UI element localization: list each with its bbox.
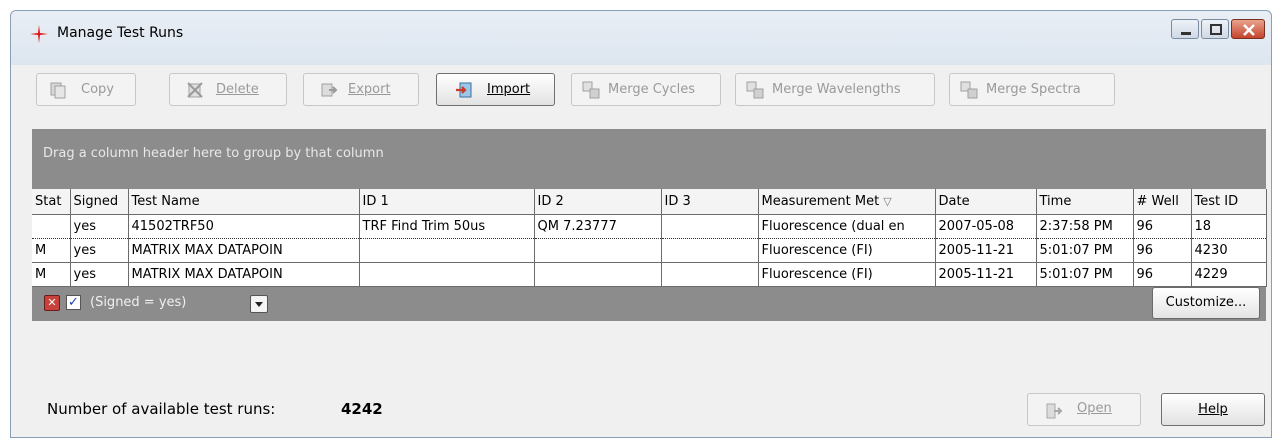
group-by-drop-area[interactable]: Drag a column header here to group by th… bbox=[43, 146, 384, 161]
manage-test-runs-window: Manage Test Runs Copy Delete Export Impo… bbox=[10, 10, 1272, 438]
table-cell[interactable]: 96 bbox=[1133, 213, 1192, 239]
table-cell[interactable]: 18 bbox=[1191, 213, 1267, 239]
table-body: yes 41502TRF50 TRF Find Trim 50us QM 7.2377… bbox=[32, 213, 1267, 287]
filter-expression: (Signed = yes) bbox=[90, 295, 187, 310]
column-header-measurement-met[interactable]: Measurement Met ▽ bbox=[758, 189, 936, 215]
filter-enabled-checkbox[interactable]: ✓ bbox=[66, 295, 81, 310]
filter-history-dropdown[interactable] bbox=[250, 295, 268, 313]
column-header-id-1[interactable]: ID 1 bbox=[359, 189, 535, 215]
minimize-button[interactable] bbox=[1171, 19, 1199, 39]
red-cross-star-icon bbox=[30, 25, 48, 43]
table-cell[interactable] bbox=[661, 238, 759, 263]
maximize-button[interactable] bbox=[1201, 19, 1229, 39]
available-runs-count: 4242 bbox=[341, 400, 383, 418]
copy-icon bbox=[50, 82, 66, 99]
table-cell[interactable] bbox=[32, 213, 71, 239]
import-button[interactable]: Import bbox=[436, 73, 555, 106]
column-header-stat[interactable]: Stat bbox=[32, 189, 71, 215]
maximize-icon bbox=[1210, 24, 1222, 35]
open-button[interactable]: Open bbox=[1027, 393, 1141, 426]
sort-indicator-icon: ▽ bbox=[883, 194, 892, 208]
minimize-icon bbox=[1181, 32, 1191, 35]
column-header-test-name[interactable]: Test Name bbox=[128, 189, 360, 215]
column-header-time[interactable]: Time bbox=[1036, 189, 1134, 215]
test-runs-table: Stat Signed Test Name ID 1 ID 2 ID 3 Measureme… bbox=[32, 189, 1267, 287]
table-cell[interactable]: M bbox=[32, 238, 71, 263]
table-cell[interactable]: Fluorescence (dual en bbox=[758, 213, 936, 239]
merge-cycles-button[interactable]: Merge Cycles bbox=[571, 73, 721, 106]
table-row[interactable]: yes 41502TRF50 TRF Find Trim 50us QM 7.2377… bbox=[32, 213, 1267, 239]
column-header-well[interactable]: # Well bbox=[1133, 189, 1192, 215]
table-row[interactable]: Myes MATRIX MAX DATAPOIN Fluorescence (FI)… bbox=[32, 238, 1267, 263]
chevron-down-icon bbox=[255, 302, 263, 307]
column-header-id-3[interactable]: ID 3 bbox=[661, 189, 759, 215]
import-icon bbox=[456, 82, 472, 98]
filter-bar: ✕ ✓ (Signed = yes) Customize... bbox=[32, 279, 1266, 321]
table-cell[interactable]: yes bbox=[70, 213, 129, 239]
clear-filter-button[interactable]: ✕ bbox=[44, 295, 60, 311]
close-icon bbox=[1243, 24, 1255, 36]
open-icon bbox=[1046, 403, 1063, 419]
customize-button[interactable]: Customize... bbox=[1152, 287, 1260, 319]
table-cell[interactable] bbox=[661, 213, 759, 239]
available-runs-label: Number of available test runs: bbox=[47, 400, 276, 418]
merge-icon bbox=[746, 81, 764, 99]
export-button[interactable]: Export bbox=[303, 73, 419, 106]
table-cell[interactable]: 5:01:07 PM bbox=[1036, 238, 1134, 263]
merge-icon bbox=[582, 81, 600, 99]
table-cell[interactable]: 2005-11-21 bbox=[935, 238, 1037, 263]
help-button[interactable]: Help bbox=[1161, 393, 1265, 426]
table-cell[interactable]: 4230 bbox=[1191, 238, 1267, 263]
test-runs-grid: Drag a column header here to group by th… bbox=[32, 129, 1267, 321]
table-cell[interactable] bbox=[359, 238, 535, 263]
table-cell[interactable]: QM 7.23777 bbox=[534, 213, 662, 239]
table-cell[interactable]: 41502TRF50 bbox=[128, 213, 360, 239]
close-button[interactable] bbox=[1231, 19, 1265, 39]
merge-icon bbox=[960, 81, 978, 99]
export-icon bbox=[321, 83, 338, 97]
window-title: Manage Test Runs bbox=[57, 25, 184, 41]
table-cell[interactable]: MATRIX MAX DATAPOIN bbox=[128, 238, 360, 263]
table-cell[interactable]: Fluorescence (FI) bbox=[758, 238, 936, 263]
delete-icon bbox=[187, 82, 203, 98]
merge-spectra-button[interactable]: Merge Spectra bbox=[949, 73, 1115, 106]
table-cell[interactable]: 96 bbox=[1133, 238, 1192, 263]
copy-button[interactable]: Copy bbox=[36, 73, 136, 106]
column-header-row: Stat Signed Test Name ID 1 ID 2 ID 3 Measureme… bbox=[32, 189, 1267, 215]
column-header-test-id[interactable]: Test ID bbox=[1191, 189, 1267, 215]
column-header-signed[interactable]: Signed bbox=[70, 189, 129, 215]
title-bar: Manage Test Runs bbox=[11, 11, 1271, 65]
table-cell[interactable]: yes bbox=[70, 238, 129, 263]
toolbar: Copy Delete Export Import Merge Cycles M… bbox=[11, 73, 1271, 109]
column-header-id-2[interactable]: ID 2 bbox=[534, 189, 662, 215]
delete-button[interactable]: Delete bbox=[169, 73, 287, 106]
table-cell[interactable] bbox=[534, 238, 662, 263]
merge-wavelengths-button[interactable]: Merge Wavelengths bbox=[735, 73, 935, 106]
table-cell[interactable]: 2:37:58 PM bbox=[1036, 213, 1134, 239]
table-cell[interactable]: TRF Find Trim 50us bbox=[359, 213, 535, 239]
table-cell[interactable]: 2007-05-08 bbox=[935, 213, 1037, 239]
column-header-date[interactable]: Date bbox=[935, 189, 1037, 215]
